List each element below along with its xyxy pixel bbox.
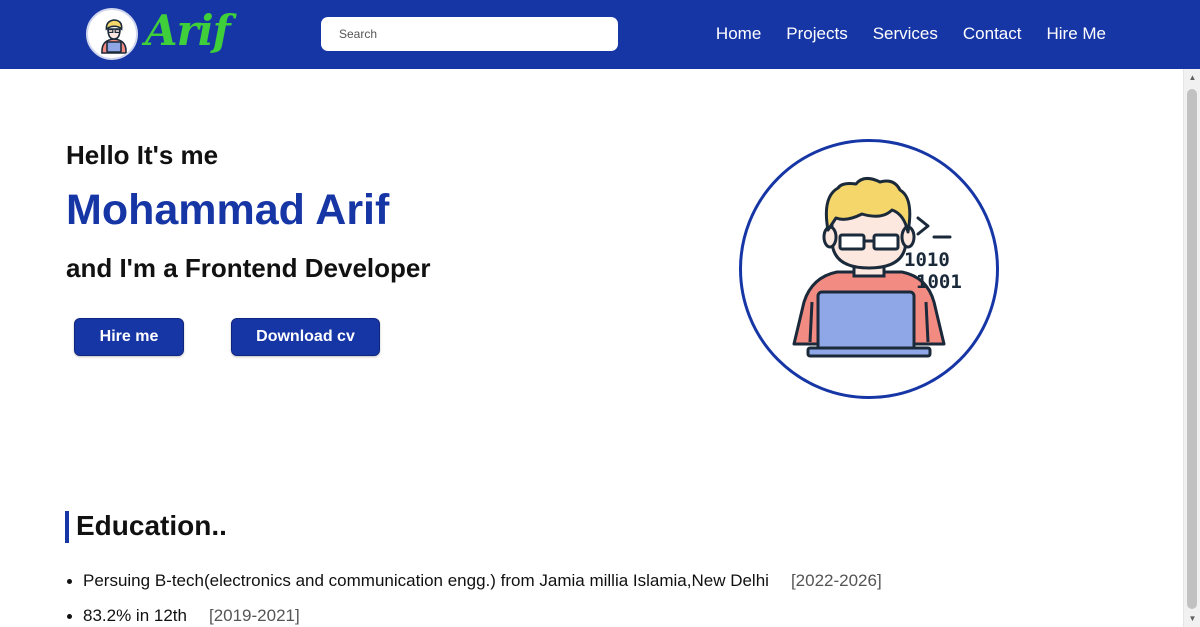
download-cv-button[interactable]: Download cv bbox=[231, 318, 380, 356]
hero-greeting: Hello It's me bbox=[66, 140, 219, 170]
nav-link-services[interactable]: Services bbox=[873, 24, 938, 44]
list-item: Persuing B-tech(electronics and communic… bbox=[66, 570, 882, 605]
education-item-years: [2022-2026] bbox=[790, 571, 882, 590]
education-accent-bar bbox=[65, 511, 69, 543]
education-item-text: Persuing B-tech(electronics and communic… bbox=[83, 571, 769, 590]
scroll-thumb[interactable] bbox=[1187, 89, 1197, 609]
nav-link-projects[interactable]: Projects bbox=[786, 24, 847, 44]
logo-text[interactable]: Arif bbox=[145, 6, 231, 55]
developer-with-laptop-icon: 1010 1001 bbox=[792, 177, 962, 358]
nav-link-home[interactable]: Home bbox=[716, 24, 761, 44]
binary-code-line-2: 1001 bbox=[916, 271, 962, 293]
scroll-up-arrow-icon[interactable]: ▲ bbox=[1184, 69, 1200, 86]
nav-link-hire-me[interactable]: Hire Me bbox=[1046, 24, 1106, 44]
navbar: Arif Home Projects Services Contact Hire… bbox=[0, 0, 1200, 69]
education-item-text: 83.2% in 12th bbox=[83, 606, 187, 625]
hero-role: and I'm a Frontend Developer bbox=[66, 253, 431, 283]
binary-code-line-1: 1010 bbox=[904, 249, 950, 271]
nav-link-contact[interactable]: Contact bbox=[963, 24, 1022, 44]
hero-name: Mohammad Arif bbox=[66, 186, 390, 234]
list-item: 83.2% in 12th [2019-2021] bbox=[66, 605, 882, 627]
education-list: Persuing B-tech(electronics and communic… bbox=[66, 570, 882, 627]
scroll-down-arrow-icon[interactable]: ▼ bbox=[1184, 610, 1200, 627]
hire-me-button[interactable]: Hire me bbox=[74, 318, 184, 356]
education-title: Education.. bbox=[76, 510, 227, 541]
developer-illustration: 1010 1001 bbox=[739, 139, 999, 399]
logo-avatar-icon[interactable] bbox=[86, 8, 138, 60]
vertical-scrollbar[interactable]: ▲ ▼ bbox=[1183, 69, 1200, 627]
search-input[interactable] bbox=[321, 17, 618, 51]
education-item-years: [2019-2021] bbox=[208, 606, 300, 625]
nav-links: Home Projects Services Contact Hire Me bbox=[716, 0, 1106, 67]
